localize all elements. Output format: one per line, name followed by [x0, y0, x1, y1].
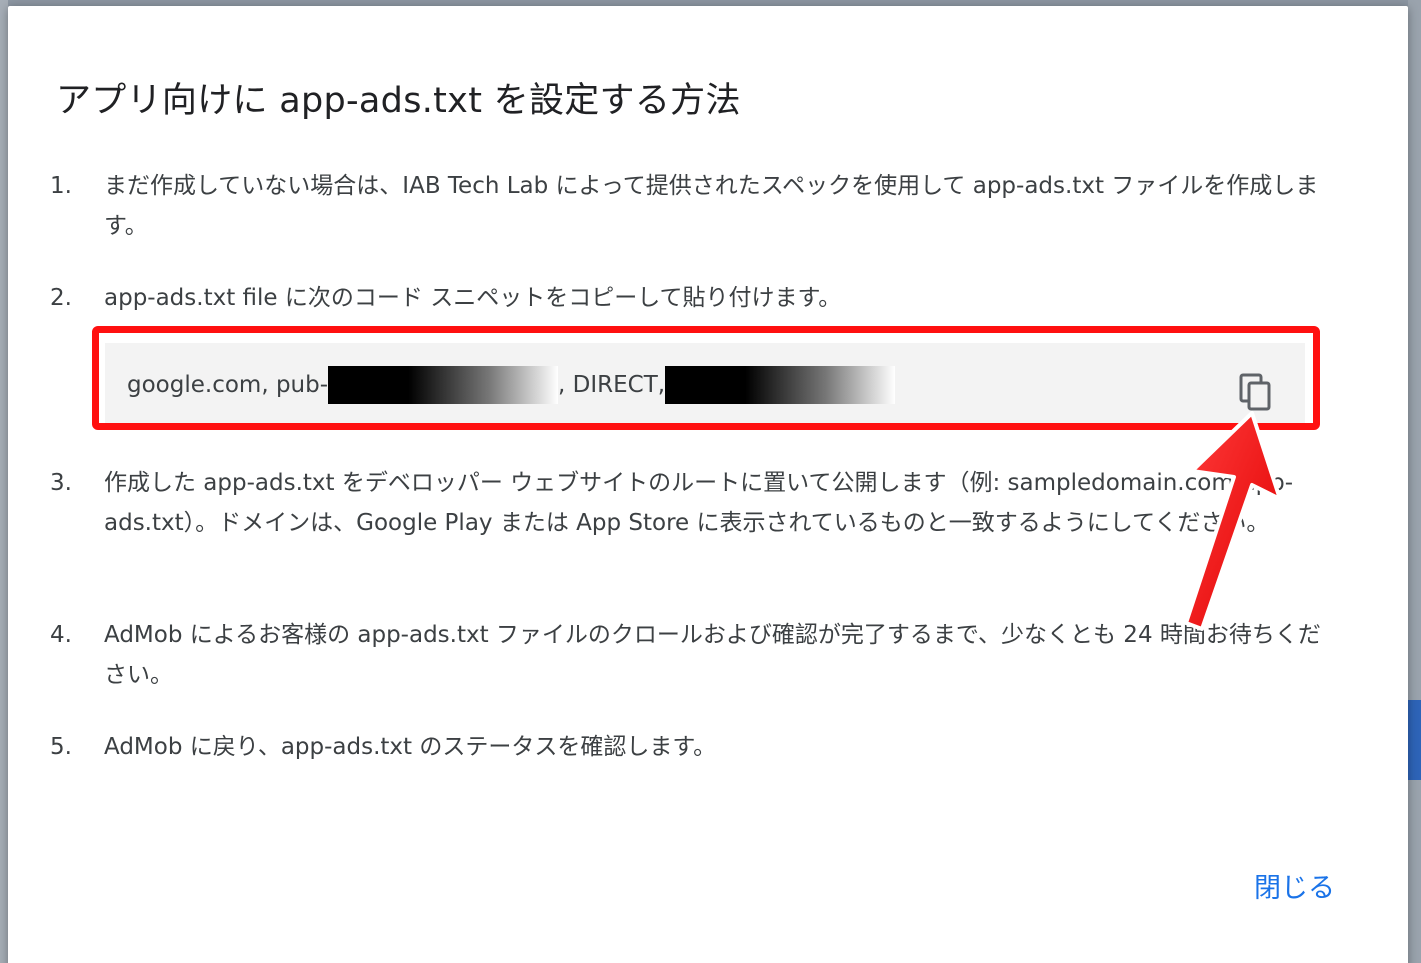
background-left-edge — [0, 0, 8, 963]
step-text: 作成した app-ads.txt をデベロッパー ウェブサイトのルートに置いて公… — [104, 470, 1294, 536]
step-number: 4. — [50, 622, 72, 648]
snippet-highlight-box — [92, 326, 1320, 430]
app-ads-setup-dialog: アプリ向けに app-ads.txt を設定する方法 1. まだ作成していない場… — [8, 6, 1408, 963]
step-text: app-ads.txt file に次のコード スニペットをコピーして貼り付けま… — [104, 285, 842, 311]
background-right-edge — [1408, 0, 1421, 963]
step-number: 2. — [50, 285, 72, 311]
step-number: 5. — [50, 734, 72, 760]
close-button[interactable]: 閉じる — [1248, 862, 1341, 909]
step-text: AdMob に戻り、app-ads.txt のステータスを確認します。 — [104, 734, 717, 760]
step-number: 3. — [50, 470, 72, 496]
dialog-title: アプリ向けに app-ads.txt を設定する方法 — [56, 81, 741, 121]
step-number: 1. — [50, 173, 72, 199]
step-text: まだ作成していない場合は、IAB Tech Lab によって提供されたスペックを… — [104, 173, 1319, 239]
background-blue-block — [1408, 700, 1421, 780]
step-text: AdMob によるお客様の app-ads.txt ファイルのクロールおよび確認… — [104, 622, 1321, 688]
